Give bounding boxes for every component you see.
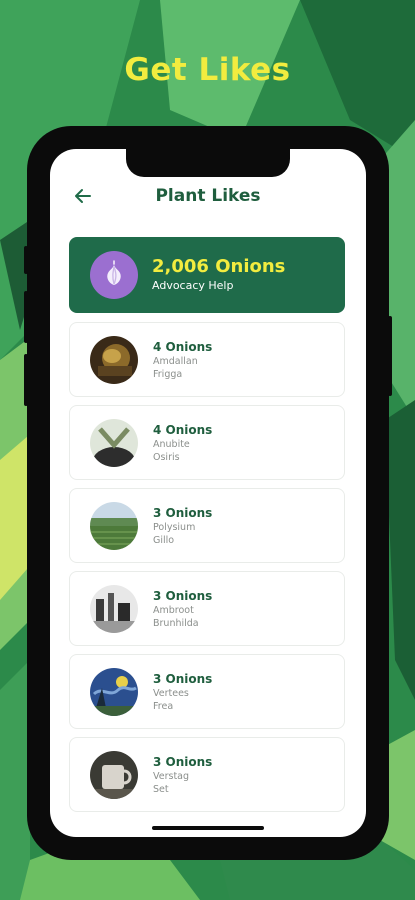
total-onions-amount: 2,006 Onions bbox=[152, 256, 286, 277]
total-onions-label: Advocacy Help bbox=[152, 279, 234, 292]
top-bar: Plant Likes bbox=[50, 185, 366, 207]
promo-headline: Get Likes bbox=[124, 52, 291, 88]
avatar bbox=[90, 585, 138, 633]
recipient-name: Gillo bbox=[153, 535, 175, 546]
phone-screen: Plant Likes 2,006 Onions Advocacy Help 4… bbox=[50, 149, 366, 837]
recipient-name: Frea bbox=[153, 701, 174, 712]
onion-amount: 3 Onions bbox=[153, 506, 213, 520]
page-title: Plant Likes bbox=[155, 186, 261, 206]
avatar bbox=[90, 336, 138, 384]
likes-list: 4 Onions Amdallan Frigga 4 Onions Anubit… bbox=[69, 322, 345, 820]
phone-mute-switch bbox=[24, 246, 28, 274]
total-onions-card: 2,006 Onions Advocacy Help bbox=[69, 237, 345, 313]
list-item[interactable]: 4 Onions Amdallan Frigga bbox=[69, 322, 345, 397]
avatar bbox=[90, 751, 138, 799]
sender-name: Vertees bbox=[153, 688, 189, 699]
list-item[interactable]: 3 Onions Ambroot Brunhilda bbox=[69, 571, 345, 646]
arrow-left-icon[interactable] bbox=[74, 185, 92, 212]
onion-amount: 4 Onions bbox=[153, 340, 213, 354]
sender-name: Ambroot bbox=[153, 605, 194, 616]
recipient-name: Set bbox=[153, 784, 169, 795]
sender-name: Anubite bbox=[153, 439, 190, 450]
phone-power-button bbox=[388, 316, 392, 396]
sender-name: Amdallan bbox=[153, 356, 198, 367]
onion-amount: 3 Onions bbox=[153, 672, 213, 686]
avatar bbox=[90, 419, 138, 467]
onion-icon bbox=[90, 251, 138, 299]
list-item[interactable]: 3 Onions Vertees Frea bbox=[69, 654, 345, 729]
sender-name: Verstag bbox=[153, 771, 190, 782]
phone-volume-button bbox=[24, 354, 28, 406]
avatar bbox=[90, 502, 138, 550]
list-item[interactable]: 3 Onions Verstag Set bbox=[69, 737, 345, 812]
list-item[interactable]: 3 Onions Polysium Gillo bbox=[69, 488, 345, 563]
recipient-name: Frigga bbox=[153, 369, 183, 380]
onion-amount: 4 Onions bbox=[153, 423, 213, 437]
home-indicator[interactable] bbox=[152, 826, 264, 830]
sender-name: Polysium bbox=[153, 522, 196, 533]
list-item[interactable]: 4 Onions Anubite Osiris bbox=[69, 405, 345, 480]
onion-amount: 3 Onions bbox=[153, 589, 213, 603]
recipient-name: Brunhilda bbox=[153, 618, 199, 629]
onion-amount: 3 Onions bbox=[153, 755, 213, 769]
phone-notch bbox=[126, 149, 290, 177]
phone-frame: Plant Likes 2,006 Onions Advocacy Help 4… bbox=[24, 126, 392, 860]
recipient-name: Osiris bbox=[153, 452, 180, 463]
avatar bbox=[90, 668, 138, 716]
phone-volume-button bbox=[24, 291, 28, 343]
